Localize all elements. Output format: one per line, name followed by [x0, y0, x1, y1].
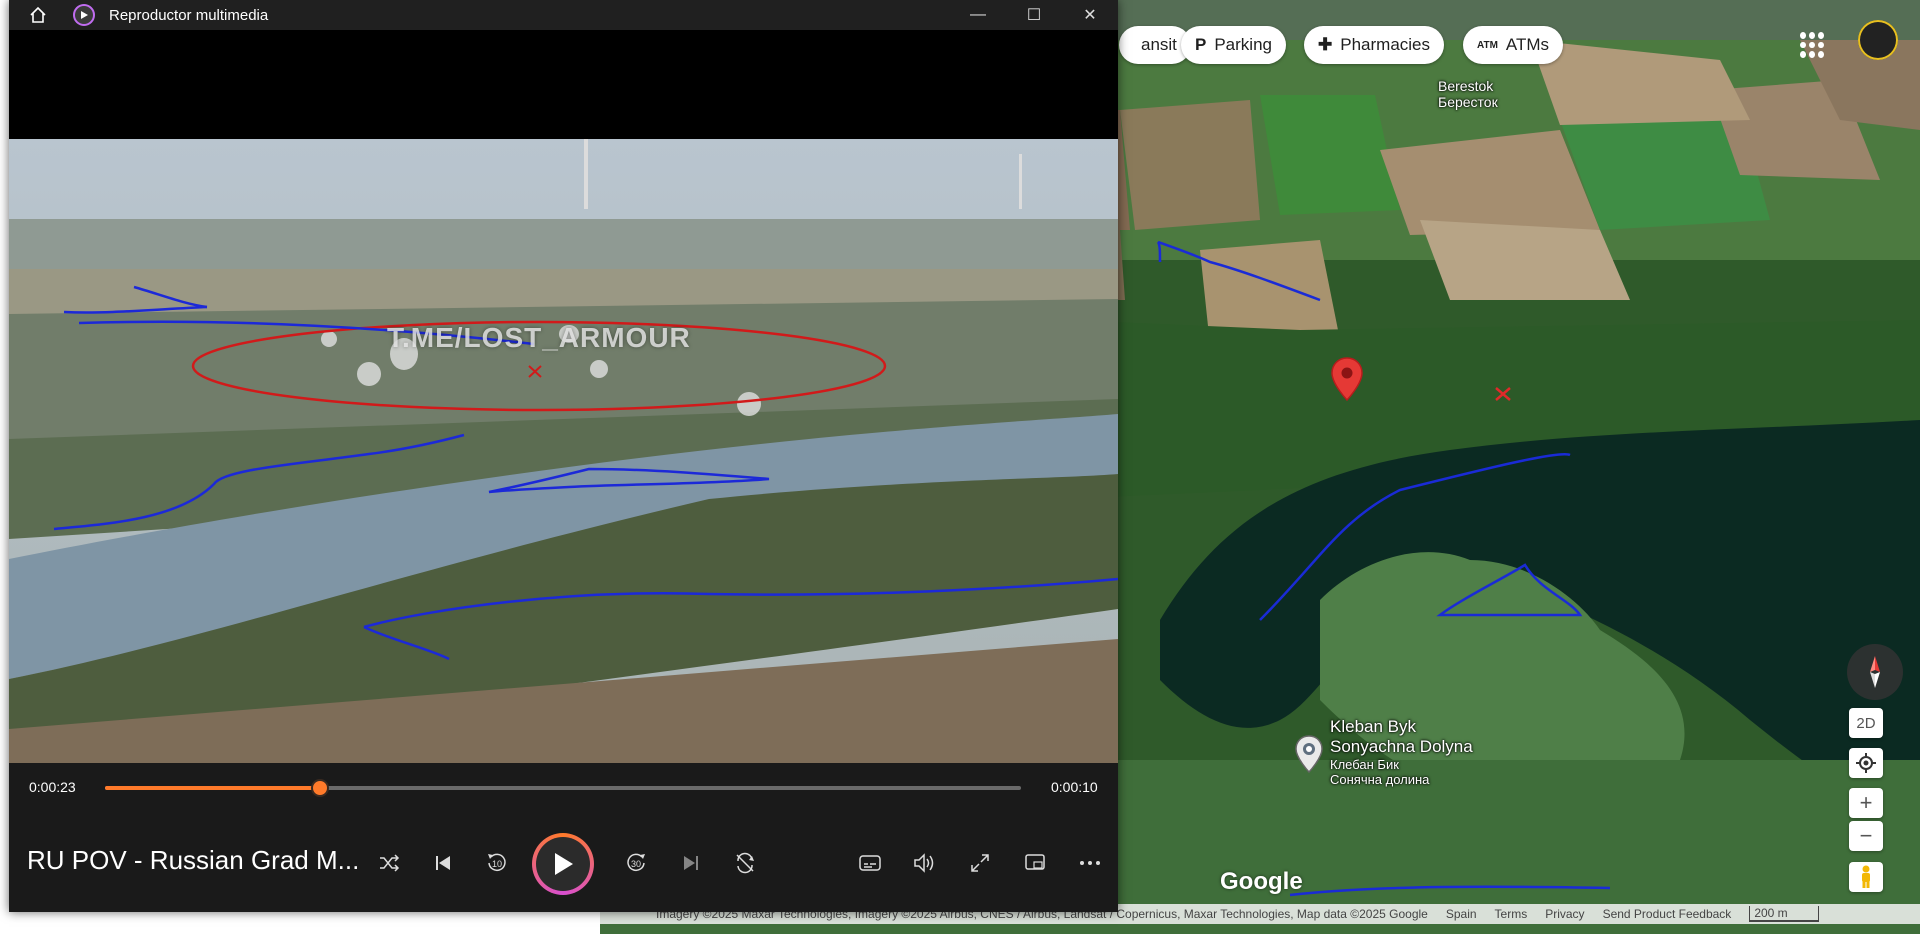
google-logo: Google [1220, 868, 1303, 895]
atm-icon: ATM [1477, 39, 1498, 51]
shuffle-button[interactable] [369, 843, 409, 883]
remaining-time: 0:00:10 [1051, 779, 1098, 795]
seek-bar[interactable] [105, 779, 1021, 797]
titlebar: Reproductor multimedia — ☐ ✕ [9, 0, 1118, 30]
close-icon: ✕ [1083, 7, 1097, 24]
previous-button[interactable] [423, 843, 463, 883]
close-button[interactable]: ✕ [1062, 0, 1118, 30]
forward-30-icon: 30 [627, 853, 645, 872]
apps-grid-icon[interactable] [1800, 32, 1826, 58]
video-frame [9, 139, 1118, 763]
transport-controls: RU POV - Russian Grad M... 10 30 [9, 813, 1118, 912]
pegman-button[interactable] [1849, 862, 1883, 892]
svg-text:10: 10 [492, 859, 502, 869]
more-icon [1080, 861, 1100, 865]
video-surface[interactable]: T.ME/LOST_ARMOUR [9, 30, 1118, 763]
media-title: RU POV - Russian Grad M... [27, 845, 360, 875]
repeat-button[interactable] [725, 843, 765, 883]
place-marker-icon[interactable] [1294, 734, 1324, 774]
seek-handle[interactable] [311, 779, 330, 797]
forward-30-button[interactable]: 30 [616, 843, 656, 883]
seek-bar-area: 0:00:23 0:00:10 [9, 763, 1118, 813]
next-button[interactable] [671, 843, 711, 883]
link-feedback[interactable]: Send Product Feedback [1603, 907, 1732, 921]
link-privacy[interactable]: Privacy [1545, 907, 1584, 921]
previous-icon [436, 856, 450, 870]
chip-label: Parking [1214, 35, 1272, 54]
map-pin-icon[interactable] [1330, 356, 1364, 402]
pharmacy-icon: ✚ [1318, 35, 1333, 54]
play-button[interactable] [532, 833, 594, 895]
svg-text:30: 30 [631, 859, 641, 869]
link-spain[interactable]: Spain [1446, 907, 1477, 921]
zoom-out-button[interactable]: − [1849, 821, 1883, 851]
play-icon [555, 853, 573, 875]
elapsed-time: 0:00:23 [29, 779, 76, 795]
window-title: Reproductor multimedia [109, 6, 269, 24]
minimize-button[interactable]: — [950, 0, 1006, 30]
video-watermark: T.ME/LOST_ARMOUR [387, 322, 691, 353]
volume-button[interactable] [905, 843, 945, 883]
maximize-icon: ☐ [1026, 7, 1042, 24]
fullscreen-button[interactable] [960, 843, 1000, 883]
app-icon [73, 4, 95, 26]
place-berestok: Berestok Берeсток [1438, 78, 1498, 111]
zoom-in-button[interactable]: + [1849, 788, 1883, 818]
next-icon [684, 856, 698, 870]
maximize-button[interactable]: ☐ [1006, 0, 1062, 30]
mini-player-button[interactable] [1015, 843, 1055, 883]
chip-parking[interactable]: P Parking [1181, 26, 1286, 64]
shuffle-icon [380, 854, 400, 872]
chip-label: ATMs [1505, 35, 1550, 54]
chip-atms[interactable]: ATM ATMs [1463, 26, 1564, 64]
my-location-icon [1856, 753, 1876, 773]
my-location-button[interactable] [1849, 748, 1883, 778]
home-icon [30, 6, 46, 23]
link-terms[interactable]: Terms [1495, 907, 1528, 921]
repeat-icon [736, 852, 754, 874]
subtitles-icon [859, 855, 881, 871]
subtitles-button[interactable] [850, 843, 890, 883]
fullscreen-icon [971, 854, 989, 872]
media-player-window: Reproductor multimedia — ☐ ✕ T.ME/LOST_A… [9, 0, 1118, 912]
place-kleban-byk[interactable]: Kleban Byk Sonyachna Dolyna Клебан Бик С… [1330, 717, 1473, 788]
more-options-button[interactable] [1070, 843, 1110, 883]
rewind-10-icon: 10 [488, 853, 506, 872]
chip-label: ansit [1141, 35, 1177, 54]
seek-bar-fill [105, 786, 321, 790]
pegman-icon [1862, 865, 1870, 888]
chip-label: Pharmacies [1340, 35, 1431, 54]
map-scale[interactable]: 200 m [1749, 906, 1819, 922]
compass-control[interactable] [1847, 644, 1903, 700]
view-mode-2d-button[interactable]: 2D [1849, 708, 1883, 738]
volume-icon [914, 853, 934, 873]
chip-pharmacies[interactable]: ✚ Pharmacies [1304, 26, 1445, 64]
parking-icon: P [1195, 35, 1207, 54]
mini-player-icon [1025, 854, 1045, 870]
rewind-10-button[interactable]: 10 [477, 843, 517, 883]
avatar[interactable] [1858, 20, 1898, 60]
home-button[interactable] [23, 6, 53, 24]
minimize-icon: — [970, 6, 986, 23]
compass-icon [1870, 656, 1880, 688]
